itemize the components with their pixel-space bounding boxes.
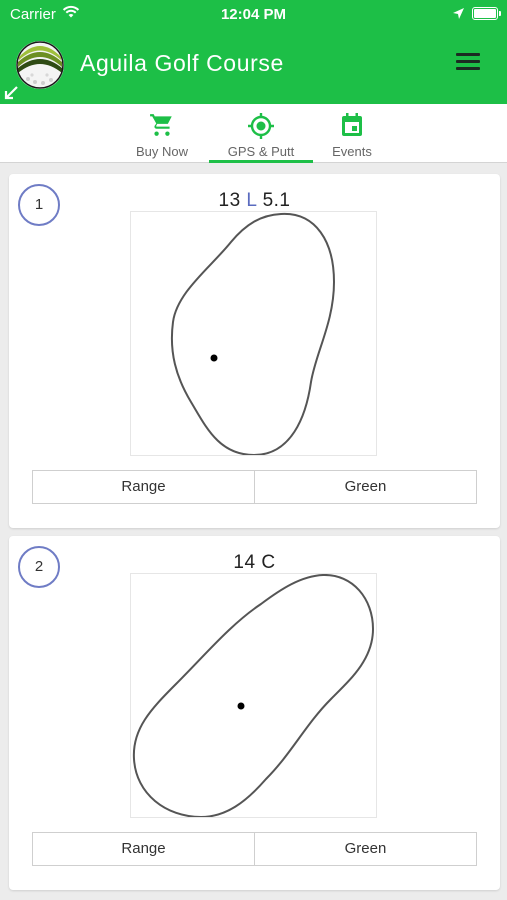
hole-card: 2 14 C Range Green (9, 536, 500, 890)
menu-line (456, 67, 480, 70)
pin-position-readout: 14 C (9, 552, 500, 574)
menu-line (456, 60, 480, 63)
green-diagram[interactable] (130, 573, 377, 819)
pin-dot (237, 702, 245, 710)
pin-side: C (261, 552, 276, 573)
tab-events[interactable]: Events (322, 104, 382, 163)
view-toggle: Range Green (32, 832, 477, 866)
app-header: Carrier 12:04 PM Aguila Golf Course (0, 0, 507, 104)
pin-offset: 5.1 (262, 190, 291, 211)
menu-line (456, 53, 480, 56)
location-arrow-icon (452, 7, 465, 25)
active-tab-indicator (209, 160, 313, 163)
golf-ball-logo (16, 41, 64, 89)
pin-depth: 13 (218, 190, 241, 211)
green-outline (132, 573, 375, 819)
green-outline (170, 212, 336, 457)
hamburger-menu-button[interactable] (456, 53, 484, 75)
cart-icon (149, 112, 175, 143)
green-diagram[interactable] (130, 211, 377, 457)
hole-card: 1 13 L 5.1 Range Green (9, 174, 500, 528)
tab-gps-putt[interactable]: GPS & Putt (209, 104, 313, 163)
green-button[interactable]: Green (254, 471, 476, 503)
status-time: 12:04 PM (220, 6, 287, 23)
status-bar: Carrier 12:04 PM (0, 0, 507, 30)
tab-buy-now[interactable]: Buy Now (130, 104, 194, 163)
tab-label: Events (332, 144, 372, 159)
app-title: Aguila Golf Course (80, 50, 284, 76)
range-button[interactable]: Range (33, 833, 254, 865)
gps-target-icon (247, 112, 275, 145)
pin-position-readout: 13 L 5.1 (9, 190, 500, 212)
tab-label: Buy Now (135, 144, 189, 159)
pin-depth: 14 (233, 552, 256, 573)
tab-bar: Buy Now GPS & Putt Events (0, 104, 507, 163)
green-button[interactable]: Green (254, 833, 476, 865)
calendar-icon (340, 112, 364, 143)
pin-side: L (246, 190, 257, 211)
range-button[interactable]: Range (33, 471, 254, 503)
battery-icon (472, 7, 501, 20)
pin-dot (210, 354, 218, 362)
view-toggle: Range Green (32, 470, 477, 504)
tab-label: GPS & Putt (227, 144, 295, 159)
arrow-down-left-icon[interactable] (3, 85, 19, 106)
